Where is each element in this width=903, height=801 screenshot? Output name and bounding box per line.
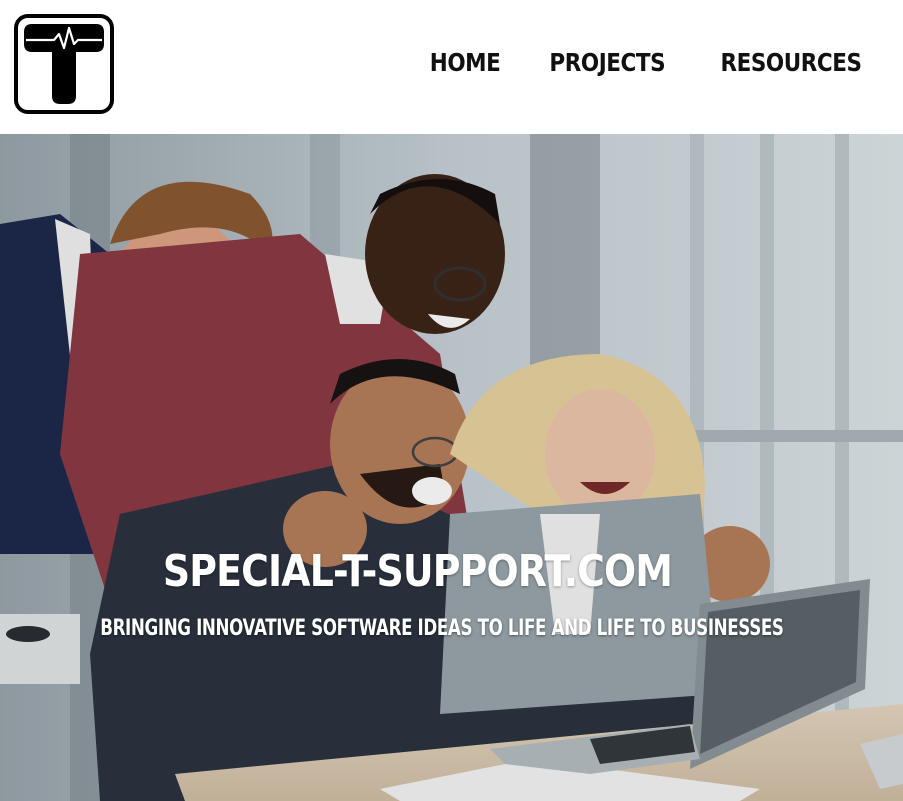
nav-home[interactable]: HOME <box>430 48 501 77</box>
site-header: HOME PROJECTS RESOURCES <box>0 0 903 134</box>
nav-projects[interactable]: PROJECTS <box>550 48 666 77</box>
t-logo-icon[interactable] <box>14 14 114 114</box>
hero-title: SPECIAL-T-SUPPORT.COM <box>162 546 673 597</box>
nav-resources[interactable]: RESOURCES <box>720 48 862 77</box>
hero-photo <box>0 134 903 801</box>
main-nav: HOME PROJECTS RESOURCES <box>424 48 873 77</box>
hero-subtitle: BRINGING INNOVATIVE SOFTWARE IDEAS TO LI… <box>100 616 784 641</box>
hero-banner: SPECIAL-T-SUPPORT.COM BRINGING INNOVATIV… <box>0 134 903 801</box>
